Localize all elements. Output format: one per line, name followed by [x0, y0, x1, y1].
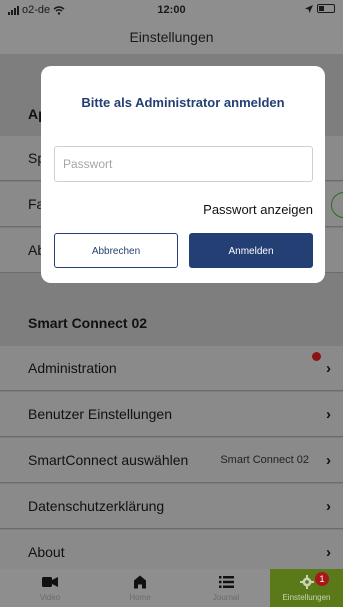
- settings-row-select-smartconnect[interactable]: SmartConnect auswählen Smart Connect 02 …: [0, 438, 343, 483]
- chevron-right-icon: ›: [326, 498, 331, 515]
- tab-label: Einstellungen: [282, 593, 331, 602]
- settings-row-user-settings[interactable]: Benutzer Einstellungen ›: [0, 392, 343, 437]
- row-value: Smart Connect 02: [220, 454, 309, 466]
- dialog-title: Bitte als Administrator anmelden: [81, 95, 285, 110]
- login-button[interactable]: Anmelden: [189, 233, 313, 268]
- row-label: Administration: [28, 360, 117, 376]
- row-label: SmartConnect auswählen: [28, 452, 189, 468]
- clock: 12:00: [157, 4, 186, 16]
- show-password-link[interactable]: Passwort anzeigen: [203, 202, 313, 217]
- chevron-right-icon: ›: [326, 406, 331, 423]
- battery-icon: [317, 4, 335, 13]
- list-icon: [218, 576, 234, 588]
- notification-dot: [312, 352, 321, 361]
- tab-journal[interactable]: Journal: [192, 569, 260, 607]
- chevron-right-icon: ›: [326, 452, 331, 469]
- row-label: Datenschutzerklärung: [28, 498, 165, 514]
- tab-label: Home: [129, 593, 151, 602]
- tab-video[interactable]: Video: [16, 569, 84, 607]
- location-arrow-icon: [305, 4, 313, 13]
- status-icons: [305, 4, 335, 13]
- tab-home[interactable]: Home: [106, 569, 174, 607]
- tab-bar: Video Home Journal 1 Einstellungen: [0, 569, 343, 607]
- tab-label: Journal: [212, 593, 240, 602]
- status-bar: o2-de 12:00: [0, 0, 343, 20]
- cancel-button[interactable]: Abbrechen: [54, 233, 178, 268]
- password-input[interactable]: [54, 146, 313, 182]
- tab-label: Video: [39, 593, 61, 602]
- admin-login-dialog: Bitte als Administrator anmelden Passwor…: [41, 66, 325, 283]
- page-title: Einstellungen: [0, 20, 343, 54]
- gear-icon: [299, 575, 314, 589]
- notification-badge: 1: [315, 572, 329, 586]
- video-camera-icon: [42, 577, 58, 587]
- tab-settings[interactable]: 1 Einstellungen: [270, 569, 343, 607]
- section-header: Smart Connect 02: [0, 301, 343, 346]
- section-header-label: Smart Connect 02: [28, 315, 148, 331]
- settings-row-administration[interactable]: Administration ›: [0, 346, 343, 391]
- row-label: Benutzer Einstellungen: [28, 406, 172, 422]
- toggle-switch[interactable]: [331, 192, 343, 218]
- home-icon: [134, 575, 146, 589]
- chevron-right-icon: ›: [326, 360, 331, 377]
- settings-row-privacy[interactable]: Datenschutzerklärung ›: [0, 484, 343, 529]
